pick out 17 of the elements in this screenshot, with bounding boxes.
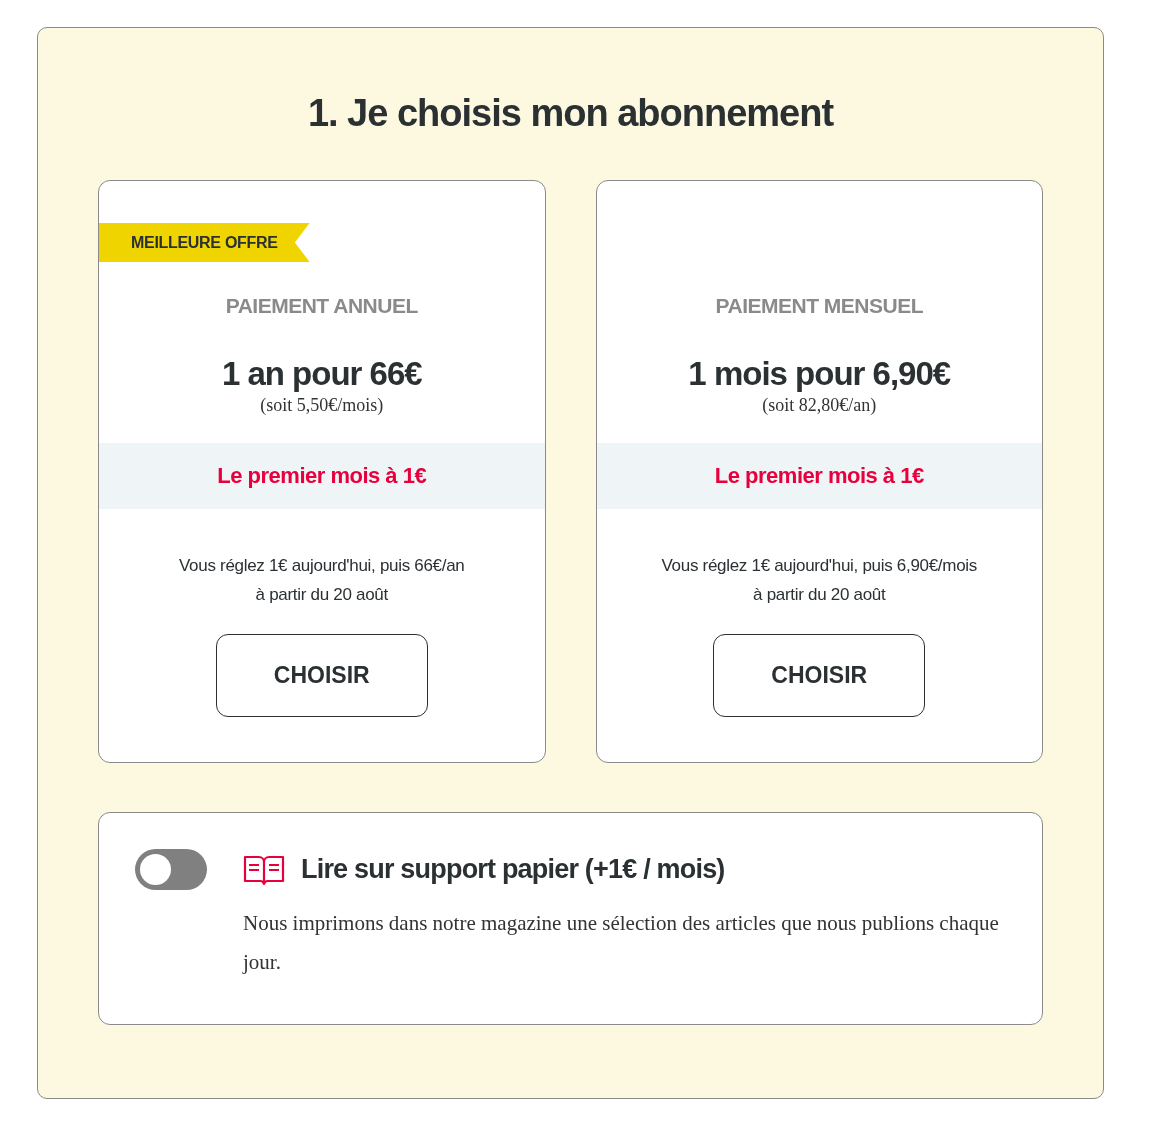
choose-button[interactable]: CHOISIR bbox=[713, 633, 926, 717]
promo-text: Le premier mois à 1€ bbox=[217, 462, 427, 491]
plan-description: Vous réglez 1€ aujourd'hui, puis 6,90€/mois à partir du 20 août bbox=[661, 554, 977, 606]
plan-description: Vous réglez 1€ aujourd'hui, puis 66€/an à partir du 20 août bbox=[179, 554, 465, 606]
offer-ribbon: MEILLEURE OFFRE bbox=[99, 223, 310, 262]
promo-text: Le premier mois à 1€ bbox=[714, 462, 924, 491]
plan-price: 1 mois pour 6,90€ bbox=[688, 355, 951, 392]
toggle-switch[interactable] bbox=[135, 849, 207, 890]
choose-button[interactable]: CHOISIR bbox=[215, 633, 428, 717]
option-description: Nous imprimons dans notre magazine une sélection des articles que nous publions chaque jour. bbox=[243, 910, 1000, 976]
price-note: (soit 5,50€/mois) bbox=[260, 393, 384, 417]
option-title: Lire sur support papier (+1€ / mois) bbox=[301, 853, 725, 886]
price-note: (soit 82,80€/an) bbox=[762, 393, 877, 417]
section-title: 1. Je choisis mon abonnement bbox=[306, 94, 835, 132]
plan-label: PAIEMENT ANNUEL bbox=[225, 293, 418, 319]
plan-price: 1 an pour 66€ bbox=[221, 355, 422, 392]
plan-label: PAIEMENT MENSUEL bbox=[715, 293, 923, 319]
